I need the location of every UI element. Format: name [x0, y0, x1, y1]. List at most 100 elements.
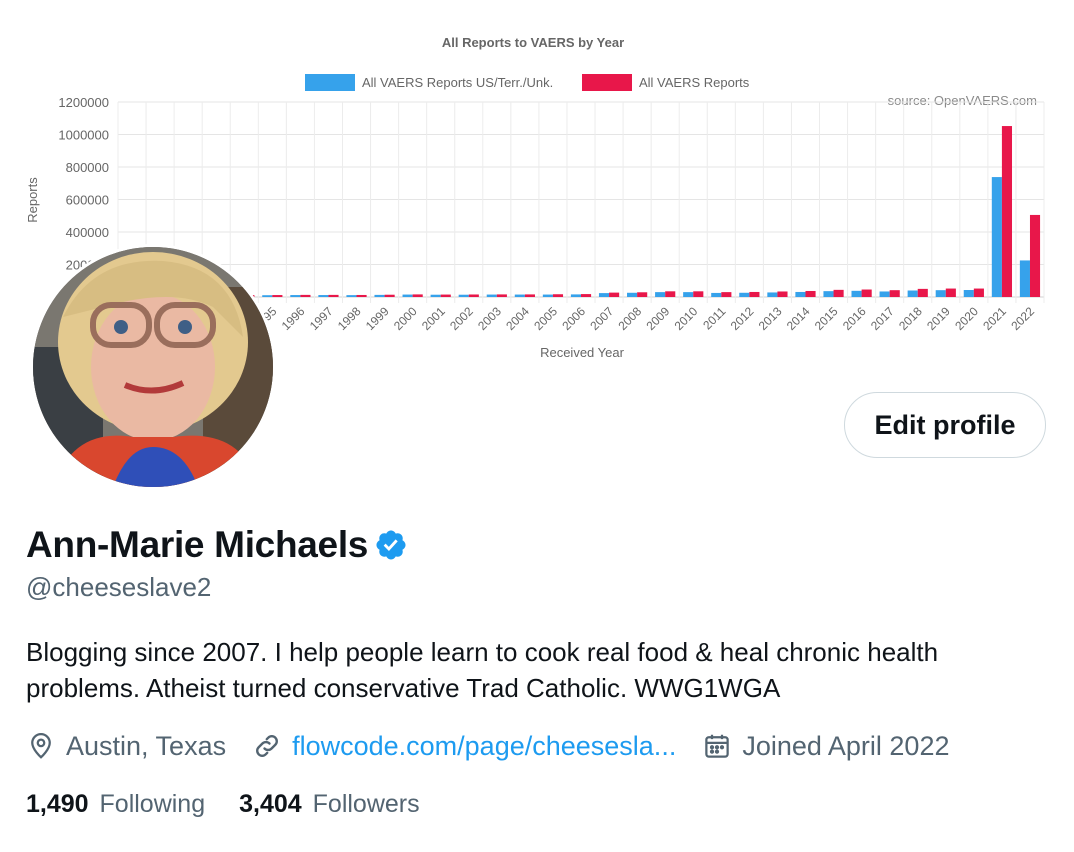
chart-bar — [356, 294, 367, 297]
x-tick-label: 2004 — [503, 304, 532, 333]
website-item: flowcode.com/page/cheesesla... — [252, 731, 676, 762]
chart-bar — [1019, 260, 1030, 297]
chart-bar — [346, 295, 357, 297]
x-tick-label: 2017 — [868, 304, 897, 333]
user-handle: @cheeseslave2 — [26, 572, 212, 602]
y-tick-label: 600000 — [66, 193, 109, 208]
profile-bio: Blogging since 2007. I help people learn… — [26, 634, 1046, 706]
joined-text: Joined April 2022 — [742, 730, 950, 761]
chart-bar — [318, 295, 329, 297]
verified-badge-icon[interactable] — [374, 528, 408, 562]
chart-bar — [300, 294, 311, 297]
chart-bar — [665, 291, 676, 297]
legend-swatch — [305, 74, 355, 91]
following-label: Following — [99, 789, 206, 818]
followers-stat[interactable]: 3,404 Followers — [239, 790, 420, 819]
chart-title: All Reports to VAERS by Year — [442, 35, 624, 50]
chart-bar — [721, 292, 732, 297]
y-axis-label: Reports — [25, 177, 40, 223]
chart-bar — [627, 292, 638, 297]
chart-bar — [524, 294, 535, 297]
location-pin-icon — [26, 731, 56, 761]
chart-bar — [739, 292, 750, 297]
profile-meta: Austin, Texas flowcode.com/page/cheesesl… — [26, 726, 975, 766]
chart-bar — [430, 294, 441, 297]
chart-bar — [262, 295, 273, 297]
x-tick-label: 2018 — [896, 304, 925, 333]
x-tick-label: 2014 — [784, 304, 813, 333]
chart-bar — [384, 294, 395, 297]
chart-bar — [795, 291, 806, 297]
y-tick-label: 1200000 — [58, 95, 109, 110]
chart-bar — [374, 294, 385, 297]
following-count: 1,490 — [26, 789, 89, 818]
chart-bar — [991, 177, 1002, 297]
x-tick-label: 1996 — [279, 304, 308, 333]
chart-bar — [851, 290, 862, 297]
x-tick-label: 1999 — [363, 304, 392, 333]
x-tick-label: 2011 — [700, 304, 728, 332]
chart-bar — [879, 291, 890, 297]
display-name-row: Ann-Marie Michaels — [26, 520, 408, 570]
edit-profile-button[interactable]: Edit profile — [844, 392, 1046, 458]
chart-bar — [749, 291, 760, 297]
x-tick-label: 2005 — [531, 304, 560, 333]
avatar-photo — [33, 247, 273, 487]
follow-stats: 1,490 Following 3,404 Followers — [26, 784, 454, 824]
chart-bar — [935, 290, 946, 297]
following-stat[interactable]: 1,490 Following — [26, 790, 205, 819]
chart-bar — [805, 290, 816, 297]
x-tick-label: 2021 — [980, 304, 1009, 333]
x-tick-label: 2015 — [812, 304, 841, 333]
website-link[interactable]: flowcode.com/page/cheesesla... — [292, 731, 676, 762]
chart-bar — [945, 288, 956, 297]
y-tick-label: 400000 — [66, 225, 109, 240]
calendar-icon — [702, 731, 732, 761]
x-tick-label: 2009 — [644, 304, 673, 333]
location-item: Austin, Texas — [26, 731, 226, 762]
x-tick-label: 2006 — [559, 304, 588, 333]
chart-bar — [1001, 126, 1013, 297]
chart-bar — [655, 292, 666, 297]
chart-bar — [693, 291, 704, 297]
bio-line: problems. Atheist turned conservative Tr… — [26, 673, 781, 703]
chart-bar — [440, 294, 451, 297]
chart-bar — [1029, 214, 1041, 297]
chart-bar — [496, 294, 507, 297]
chart-bar — [570, 294, 581, 297]
profile-avatar[interactable] — [30, 244, 276, 490]
chart-bar — [637, 292, 648, 297]
x-axis-label: Received Year — [540, 345, 625, 360]
chart-bar — [973, 288, 984, 297]
chart-bar — [290, 295, 301, 297]
chart-bar — [486, 294, 497, 297]
chart-bar — [328, 294, 339, 297]
y-tick-label: 800000 — [66, 160, 109, 175]
link-icon — [252, 731, 282, 761]
y-axis-ticks: 12000001000000800000600000400000200000 — [58, 95, 109, 273]
x-tick-label: 2012 — [728, 304, 757, 333]
chart-bar — [581, 294, 592, 297]
chart-bar — [272, 295, 283, 297]
x-tick-label: 2007 — [587, 304, 616, 333]
legend-label: All VAERS Reports US/Terr./Unk. — [362, 75, 553, 90]
x-tick-label: 2002 — [447, 304, 476, 333]
x-tick-label: 2020 — [952, 304, 981, 333]
chart-source-note: source: OpenVAERS.com — [888, 93, 1037, 108]
x-tick-label: 2001 — [419, 304, 448, 333]
x-tick-label: 2016 — [840, 304, 869, 333]
x-tick-label: 2019 — [924, 304, 953, 333]
chart-bar — [833, 289, 844, 297]
chart-bar — [598, 293, 610, 297]
followers-count: 3,404 — [239, 789, 302, 818]
chart-grid — [117, 101, 1045, 303]
chart-bar — [458, 294, 469, 297]
bio-line: Blogging since 2007. I help people learn… — [26, 637, 939, 667]
x-tick-label: 2013 — [756, 304, 785, 333]
chart-bar — [907, 290, 918, 297]
x-tick-label: 1997 — [307, 304, 336, 333]
chart-bar — [767, 292, 778, 297]
chart-legend: All VAERS Reports US/Terr./Unk. All VAERS… — [305, 74, 750, 91]
chart-bar — [823, 291, 834, 297]
legend-swatch — [582, 74, 632, 91]
